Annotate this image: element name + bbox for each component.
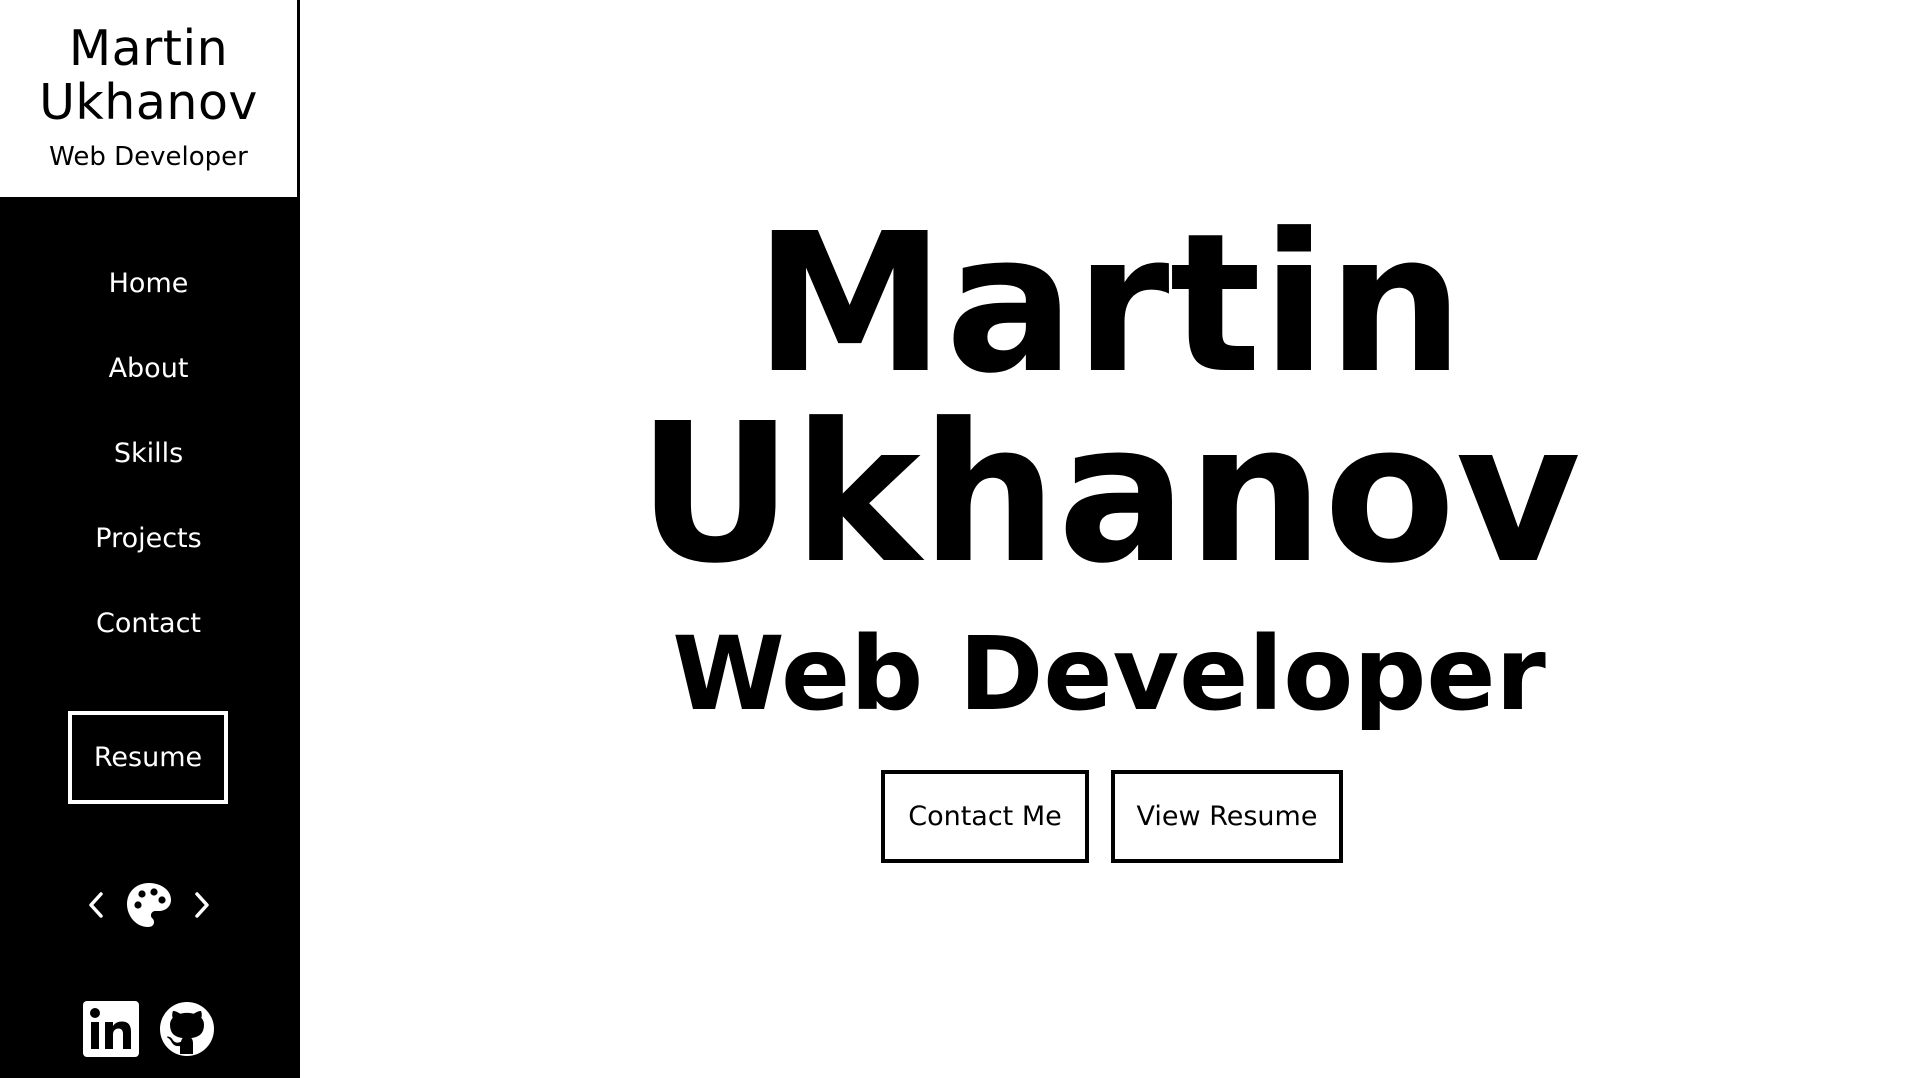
sidebar-nav: Home About Skills Projects Contact: [0, 256, 297, 681]
view-resume-button[interactable]: View Resume: [1111, 770, 1343, 863]
sidebar: Martin Ukhanov Web Developer Home About …: [0, 0, 300, 1078]
page: Martin Ukhanov Web Developer Home About …: [0, 0, 1918, 1078]
sidebar-resume-button[interactable]: Resume: [68, 711, 228, 804]
contact-me-button[interactable]: Contact Me: [881, 770, 1089, 863]
linkedin-icon[interactable]: [82, 1001, 139, 1057]
nav-item-skills[interactable]: Skills: [0, 426, 297, 511]
chevron-right-icon[interactable]: [189, 885, 215, 925]
github-icon[interactable]: [159, 1001, 215, 1057]
nav-item-contact[interactable]: Contact: [0, 596, 297, 681]
nav-item-about[interactable]: About: [0, 341, 297, 426]
chevron-left-icon[interactable]: [83, 885, 109, 925]
brand-role: Web Developer: [49, 142, 248, 172]
hero-name: Martin Ukhanov: [637, 193, 1581, 606]
social-links: [0, 1000, 297, 1058]
brand-block: Martin Ukhanov Web Developer: [0, 0, 297, 197]
brand-name: Martin Ukhanov: [39, 20, 258, 131]
nav-item-projects[interactable]: Projects: [0, 511, 297, 596]
hero-section: Martin Ukhanov Web Developer Contact Me …: [300, 0, 1918, 1078]
palette-icon[interactable]: [125, 881, 173, 929]
theme-switcher: [0, 875, 297, 935]
hero-role: Web Developer: [672, 615, 1546, 734]
nav-item-home[interactable]: Home: [0, 256, 297, 341]
hero-actions: Contact Me View Resume: [300, 770, 1918, 863]
